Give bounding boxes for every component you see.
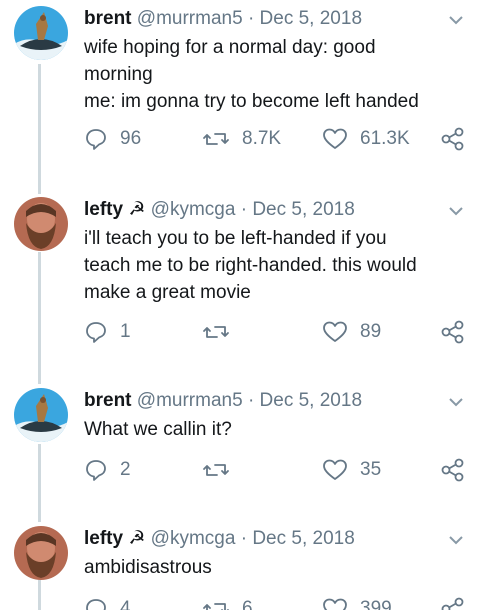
tweet-actions: 2 35 — [0, 455, 480, 485]
avatar[interactable] — [14, 526, 68, 580]
retweet-button[interactable]: 8.7K — [202, 124, 281, 154]
reply-icon — [86, 599, 106, 610]
retweet-icon — [203, 464, 229, 476]
reply-button[interactable]: 4 — [84, 594, 131, 610]
display-name[interactable]: brent — [84, 390, 132, 411]
tweet-actions: 96 8.7K 61.3K — [0, 124, 480, 154]
tweet[interactable]: lefty ☭ @kymcga · Dec 5, 2018 ambidisast… — [0, 526, 480, 610]
retweet-icon — [203, 326, 229, 338]
reply-icon — [86, 322, 106, 343]
tweet-header: lefty ☭ @kymcga · Dec 5, 2018 — [84, 197, 440, 223]
like-icon — [323, 459, 347, 480]
tweet-text-line: ambidisastrous — [84, 557, 212, 578]
avatar[interactable] — [14, 197, 68, 251]
tweet-text-line: What we callin it? — [84, 419, 232, 440]
tweet-text: What we callin it? — [84, 416, 460, 443]
like-button[interactable]: 399 — [322, 594, 392, 610]
chevron-down-icon[interactable] — [446, 392, 466, 412]
tweet[interactable]: brent @murrman5 · Dec 5, 2018 What we ca… — [0, 388, 480, 498]
separator-dot: · — [240, 199, 248, 220]
tweet[interactable]: lefty ☭ @kymcga · Dec 5, 2018 i'll teach… — [0, 197, 480, 367]
handle[interactable]: @kymcga — [151, 528, 236, 549]
display-name[interactable]: lefty ☭ — [84, 528, 145, 549]
shark-avatar-image — [14, 6, 68, 60]
tweet-text: ambidisastrous — [84, 554, 460, 581]
avatar[interactable] — [14, 388, 68, 442]
share-icon — [441, 127, 464, 151]
handle[interactable]: @murrman5 — [137, 390, 243, 411]
tweet-header: lefty ☭ @kymcga · Dec 5, 2018 — [84, 526, 440, 552]
bearded-man-avatar-image — [14, 197, 68, 251]
retweet-button[interactable]: 6 — [202, 594, 253, 610]
tweet-text-line: morning — [84, 64, 153, 85]
like-icon — [323, 128, 347, 149]
like-count: 35 — [360, 459, 382, 480]
tweet-text-line: teach me to be right-handed. this would — [84, 255, 417, 276]
display-name[interactable]: brent — [84, 8, 132, 29]
like-button[interactable]: 61.3K — [322, 124, 410, 154]
share-icon — [441, 320, 464, 344]
share-icon — [441, 597, 464, 610]
retweet-button[interactable] — [202, 455, 242, 485]
separator-dot: · — [240, 528, 248, 549]
avatar[interactable] — [14, 6, 68, 60]
tweet-text-line: wife hoping for a normal day: good — [84, 37, 376, 58]
reply-button[interactable]: 2 — [84, 455, 131, 485]
reply-icon — [86, 129, 106, 150]
retweet-count: 8.7K — [242, 128, 282, 149]
handle[interactable]: @kymcga — [151, 199, 236, 220]
handle[interactable]: @murrman5 — [137, 8, 243, 29]
retweet-button[interactable] — [202, 317, 242, 347]
tweet-text: i'll teach you to be left-handed if you … — [84, 225, 460, 306]
tweet-text: wife hoping for a normal day: good morni… — [84, 34, 460, 115]
like-icon — [323, 321, 347, 342]
reply-button[interactable]: 96 — [84, 124, 141, 154]
tweet-text-line: make a great movie — [84, 282, 251, 303]
retweet-count: 6 — [242, 598, 253, 610]
reply-button[interactable]: 1 — [84, 317, 131, 347]
tweet[interactable]: brent @murrman5 · Dec 5, 2018 wife hopin… — [0, 6, 480, 166]
like-icon — [323, 598, 347, 610]
chevron-down-icon[interactable] — [446, 10, 466, 30]
share-button[interactable] — [440, 594, 466, 610]
reply-count: 4 — [120, 598, 131, 610]
share-icon — [441, 458, 464, 482]
tweet-header: brent @murrman5 · Dec 5, 2018 — [84, 388, 440, 414]
tweet-text-line: me: im gonna try to become left handed — [84, 91, 419, 112]
like-count: 399 — [360, 598, 392, 610]
share-button[interactable] — [440, 455, 466, 485]
timestamp[interactable]: Dec 5, 2018 — [252, 199, 354, 220]
timestamp[interactable]: Dec 5, 2018 — [260, 390, 362, 411]
like-count: 61.3K — [360, 128, 410, 149]
chevron-down-icon[interactable] — [446, 530, 466, 550]
like-button[interactable]: 89 — [322, 317, 381, 347]
like-button[interactable]: 35 — [322, 455, 381, 485]
separator-dot: · — [247, 8, 255, 29]
tweet-actions: 1 89 — [0, 317, 480, 347]
tweet-actions: 4 6 399 — [0, 594, 480, 610]
tweet-text-line: i'll teach you to be left-handed if you — [84, 228, 387, 249]
share-button[interactable] — [440, 317, 466, 347]
separator-dot: · — [247, 390, 255, 411]
share-button[interactable] — [440, 124, 466, 154]
reply-count: 1 — [120, 321, 131, 342]
bearded-man-avatar-image — [14, 526, 68, 580]
retweet-icon — [203, 133, 229, 145]
timestamp[interactable]: Dec 5, 2018 — [252, 528, 354, 549]
like-count: 89 — [360, 321, 382, 342]
display-name[interactable]: lefty ☭ — [84, 199, 145, 220]
retweet-icon — [203, 603, 229, 610]
chevron-down-icon[interactable] — [446, 201, 466, 221]
reply-count: 2 — [120, 459, 131, 480]
timestamp[interactable]: Dec 5, 2018 — [260, 8, 362, 29]
reply-count: 96 — [120, 128, 142, 149]
tweet-header: brent @murrman5 · Dec 5, 2018 — [84, 6, 440, 32]
shark-avatar-image — [14, 388, 68, 442]
reply-icon — [86, 460, 106, 481]
